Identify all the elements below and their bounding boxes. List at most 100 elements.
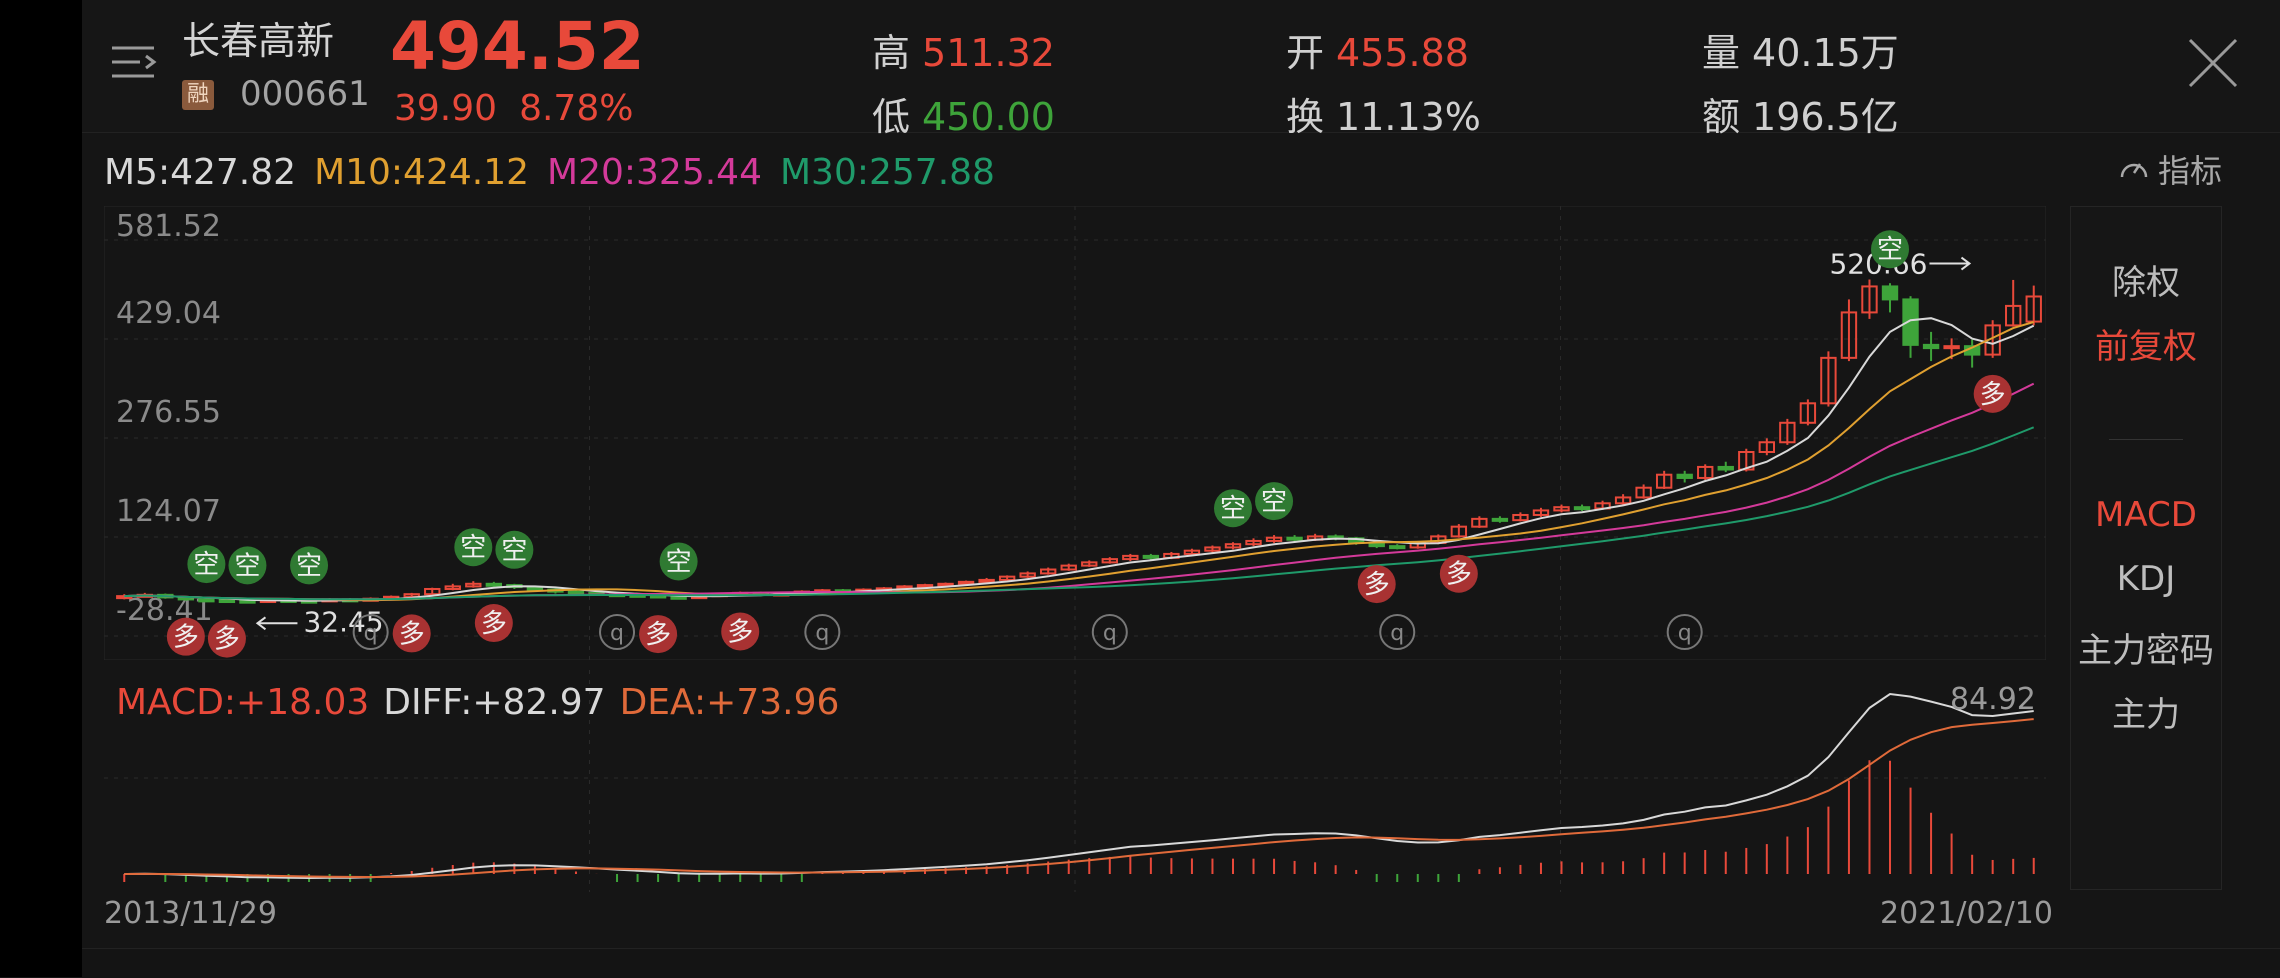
stat-high-value: 511.32 <box>922 31 1055 75</box>
candle-body <box>1573 506 1591 511</box>
sell-signal-label: 空 <box>1877 235 1903 265</box>
stat-amount: 额 196.5亿 <box>1702 86 1899 141</box>
buy-signal-label: 多 <box>1980 380 2006 410</box>
chart-options-panel: 除权 前复权 MACD KDJ 主力密码 主力 <box>2070 206 2222 890</box>
current-price: 494.52 <box>390 8 645 85</box>
candle-body <box>1922 343 1940 350</box>
stat-high: 高 511.32 <box>872 22 1055 77</box>
option-ex-rights[interactable]: 除权 <box>2071 255 2221 304</box>
margin-trading-badge: 融 <box>182 80 214 110</box>
event-q-label: q <box>815 621 829 646</box>
close-icon[interactable] <box>2186 36 2240 90</box>
stat-volume: 量 40.15万 <box>1702 22 1899 77</box>
event-q-label: q <box>1678 621 1692 646</box>
buy-signal-label: 多 <box>214 625 240 655</box>
candle-body <box>485 582 503 587</box>
candle-body <box>978 578 995 583</box>
sell-signal-label: 空 <box>1261 487 1287 517</box>
ma30-value: M30:257.88 <box>780 152 995 193</box>
sell-signal-label: 空 <box>296 551 322 581</box>
stat-high-label: 高 <box>872 31 911 75</box>
stock-code: 000661 <box>240 74 370 114</box>
candle-body <box>1286 536 1303 541</box>
candle-body <box>198 598 215 603</box>
stat-turnover-label: 换 <box>1286 95 1325 139</box>
indicator-label: 指标 <box>2158 152 2223 190</box>
option-main-force-code[interactable]: 主力密码 <box>2071 623 2221 672</box>
diff-value: DIFF:+82.97 <box>383 682 606 723</box>
stat-amount-label: 额 <box>1702 95 1741 139</box>
ma5-line <box>124 317 2035 602</box>
event-q-label: q <box>610 621 624 646</box>
left-edge <box>0 0 82 977</box>
price-change: 39.90 8.78% <box>394 88 655 129</box>
buy-signal-label: 多 <box>1364 570 1390 600</box>
option-forward-adjusted[interactable]: 前复权 <box>2071 319 2221 368</box>
ma20-line <box>124 382 2035 601</box>
buy-signal-label: 多 <box>645 620 671 650</box>
ma10-line <box>124 321 2034 602</box>
candle-body <box>670 595 687 600</box>
event-q-label: q <box>1103 621 1117 646</box>
start-date-label: 2013/11/29 <box>104 896 277 931</box>
candle-body <box>1676 473 1693 479</box>
sell-signal-label: 空 <box>501 536 527 566</box>
change-percent: 8.78% <box>519 88 634 129</box>
gauge-icon <box>2120 163 2148 178</box>
ma20-value: M20:325.44 <box>547 152 762 193</box>
stat-volume-value: 40.15万 <box>1752 31 1899 75</box>
candle-body <box>1491 517 1509 522</box>
event-q-label: q <box>1390 621 1404 646</box>
sell-signal-label: 空 <box>460 533 486 563</box>
end-date-label: 2021/02/10 <box>1880 896 2053 931</box>
stat-low: 低 450.00 <box>872 86 1055 141</box>
ma30-line <box>124 426 2035 601</box>
stat-amount-value: 196.5亿 <box>1752 95 1899 139</box>
sell-signal-label: 空 <box>193 550 219 580</box>
candle-body <box>1142 554 1160 559</box>
sell-signal-label: 空 <box>234 551 260 581</box>
candlestick-chart[interactable]: 581.52429.04276.55124.07-28.41520.6632.4… <box>104 206 2046 660</box>
stat-turnover-value: 11.13% <box>1336 95 1481 139</box>
ma10-value: M10:424.12 <box>314 152 530 193</box>
candle-body <box>1943 345 1960 350</box>
y-tick-label: 429.04 <box>116 296 221 331</box>
stat-volume-label: 量 <box>1702 31 1741 75</box>
stock-header: 长春高新 融 000661 494.52 39.90 8.78% 高 511.32 … <box>82 0 2280 139</box>
candle-body <box>567 590 585 595</box>
buy-signal-label: 多 <box>173 623 199 653</box>
stat-open-value: 455.88 <box>1336 31 1469 75</box>
event-q-label: q <box>364 621 378 646</box>
stat-open-label: 开 <box>1286 31 1325 75</box>
macd-max-label: 84.92 <box>1950 682 2036 717</box>
y-tick-label: 581.52 <box>116 209 221 244</box>
stat-low-label: 低 <box>872 95 911 139</box>
change-amount: 39.90 <box>394 88 498 129</box>
sell-signal-label: 空 <box>666 547 692 577</box>
menu-icon[interactable] <box>110 40 158 86</box>
indicator-settings-button[interactable]: 指标 <box>2118 146 2222 192</box>
buy-signal-label: 多 <box>399 619 425 649</box>
moving-average-legend: M5:427.82 M10:424.12 M20:325.44 M30:257.88 <box>104 152 1013 193</box>
candle-body <box>239 599 256 604</box>
stat-open: 开 455.88 <box>1286 22 1469 77</box>
stat-turnover: 换 11.13% <box>1286 86 1481 141</box>
option-kdj[interactable]: KDJ <box>2071 559 2221 599</box>
candle-body <box>1717 465 1734 471</box>
bottom-toolbar <box>82 948 2280 978</box>
option-macd[interactable]: MACD <box>2071 495 2221 535</box>
macd-legend: MACD:+18.03 DIFF:+82.97 DEA:+73.96 <box>116 682 853 723</box>
buy-signal-label: 多 <box>481 609 507 639</box>
buy-signal-label: 多 <box>727 617 753 647</box>
candle-body <box>218 599 236 604</box>
y-tick-label: 276.55 <box>116 395 221 430</box>
candle-body <box>957 580 975 585</box>
ma5-value: M5:427.82 <box>104 152 297 193</box>
sell-signal-label: 空 <box>1220 494 1246 524</box>
macd-value: MACD:+18.03 <box>116 682 370 723</box>
option-main-force[interactable]: 主力 <box>2071 687 2221 736</box>
y-tick-label: 124.07 <box>116 494 221 529</box>
dea-value: DEA:+73.96 <box>619 682 840 723</box>
chart-border <box>104 206 2046 660</box>
candle-body <box>1389 545 1406 550</box>
